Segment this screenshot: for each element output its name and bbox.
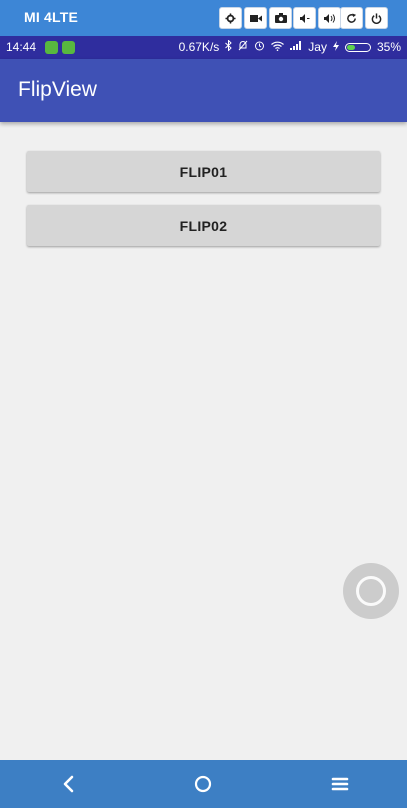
clock: 14:44: [6, 40, 37, 54]
charging-bolt-icon: [332, 40, 339, 54]
notification-app-icon: [45, 41, 58, 54]
mute-bell-icon: [238, 40, 248, 54]
volume-down-icon[interactable]: [293, 7, 316, 29]
app-toolbar: FlipView: [0, 59, 407, 122]
back-icon[interactable]: [56, 772, 80, 796]
battery-icon: [344, 42, 371, 52]
page-title: FlipView: [18, 78, 97, 101]
emulator-power-group: [340, 7, 388, 29]
status-icons: 0.67K/s Jay 35%: [178, 39, 401, 54]
emulator-toolbar: MI 4LTE: [0, 0, 407, 36]
carrier-name: Jay: [308, 40, 327, 54]
assistive-touch-button[interactable]: [343, 563, 399, 619]
video-camera-icon[interactable]: [244, 7, 267, 29]
status-bar: 14:44 0.67K/s Jay 35%: [0, 36, 407, 59]
rotate-icon[interactable]: [340, 7, 363, 29]
volume-up-icon[interactable]: [318, 7, 341, 29]
menu-icon[interactable]: [328, 772, 352, 796]
power-icon[interactable]: [365, 7, 388, 29]
signal-icon: [290, 41, 302, 53]
gear-icon[interactable]: [219, 7, 242, 29]
navigation-bar: [0, 760, 407, 808]
battery-percent: 35%: [376, 40, 401, 54]
device-name: MI 4LTE: [24, 9, 79, 25]
screen: MI 4LTE 14:44 0.67K/s Jay 35% FlipView F…: [0, 0, 407, 808]
network-speed: 0.67K/s: [178, 40, 220, 54]
home-icon[interactable]: [191, 772, 215, 796]
notification-app-icon: [62, 41, 75, 54]
battery-level: [346, 44, 356, 50]
flip02-button[interactable]: FLIP02: [27, 205, 380, 246]
camera-icon[interactable]: [269, 7, 292, 29]
emulator-capture-group: [219, 7, 292, 29]
bluetooth-icon: [225, 39, 233, 54]
emulator-volume-group: [293, 7, 341, 29]
alarm-icon: [254, 40, 265, 54]
wifi-icon: [271, 41, 285, 54]
flip01-button[interactable]: FLIP01: [27, 151, 380, 192]
circle-icon: [356, 576, 386, 606]
